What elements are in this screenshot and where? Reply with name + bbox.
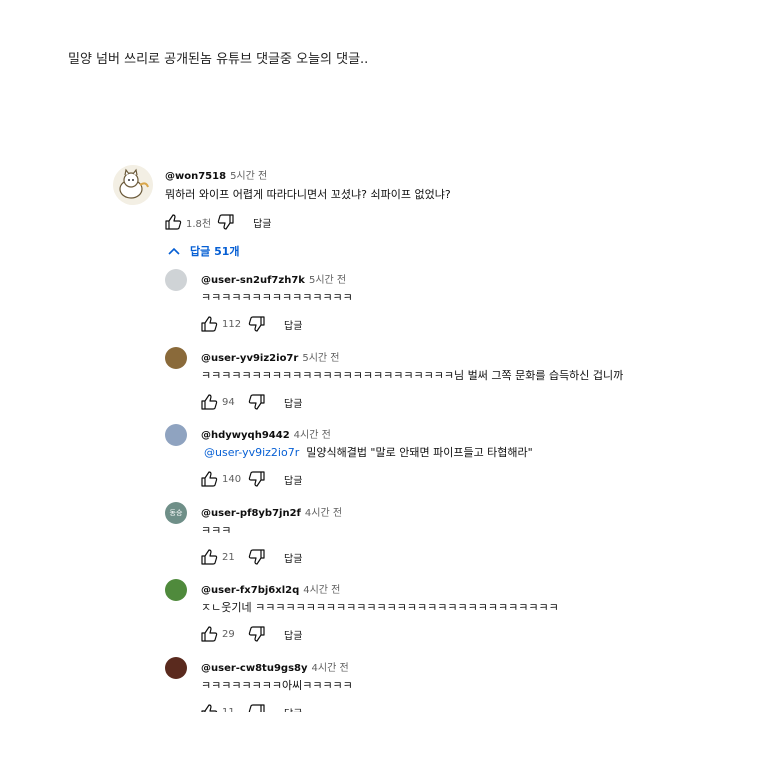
thumbs-down-icon[interactable]: [248, 393, 266, 411]
avatar[interactable]: [165, 579, 187, 601]
thumbs-up-icon[interactable]: [200, 393, 218, 411]
avatar-label: 동승: [169, 509, 183, 517]
reply-button[interactable]: 답글: [284, 472, 302, 487]
avatar[interactable]: 동승: [165, 502, 187, 524]
reply-button[interactable]: 답글: [284, 395, 302, 410]
comment-author[interactable]: @user-fx7bj6xl2q: [201, 585, 299, 596]
post-title: 밀양 넘버 쓰리로 공개된놈 유튜브 댓글중 오늘의 댓글..: [68, 52, 369, 67]
like-count: 21: [222, 551, 235, 563]
comment-body: 밀양식해결법 "말로 안돼면 파이프들고 타협해라": [306, 446, 533, 459]
reply-button[interactable]: 답글: [253, 215, 271, 230]
comment-time[interactable]: 4시간 전: [305, 508, 342, 519]
thumbs-up-icon[interactable]: [200, 315, 218, 333]
thumbs-down-icon[interactable]: [248, 625, 266, 643]
avatar[interactable]: [165, 424, 187, 446]
reply-button[interactable]: 답글: [284, 627, 302, 642]
comment-time[interactable]: 4시간 전: [312, 663, 349, 674]
reply-button[interactable]: 답글: [284, 317, 302, 332]
like-count: 1.8천: [186, 218, 212, 230]
comment-author[interactable]: @user-sn2uf7zh7k: [201, 275, 305, 286]
comment-time[interactable]: 4시간 전: [303, 585, 340, 596]
comment-body: ㅋㅋㅋ: [201, 524, 232, 537]
thumbs-up-icon[interactable]: [164, 213, 182, 231]
comment-author[interactable]: @user-pf8yb7jn2f: [201, 508, 301, 519]
thumbs-down-icon[interactable]: [248, 548, 266, 566]
comment-text: ㅋㅋㅋ: [201, 522, 231, 538]
like-count: 112: [222, 318, 242, 330]
comment-body: ㅋㅋㅋㅋㅋㅋㅋㅋ아씨ㅋㅋㅋㅋㅋ: [201, 679, 353, 692]
comment-text: ㅈㄴ웃기네 ㅋㅋㅋㅋㅋㅋㅋㅋㅋㅋㅋㅋㅋㅋㅋㅋㅋㅋㅋㅋㅋㅋㅋㅋㅋㅋㅋㅋㅋㅋ: [201, 599, 559, 615]
like-count: 94: [222, 396, 235, 408]
thumbs-down-icon[interactable]: [217, 213, 235, 231]
replies-toggle[interactable]: 답글 51개: [168, 243, 240, 259]
avatar[interactable]: [165, 657, 187, 679]
cat-avatar-icon: [113, 165, 153, 205]
bottom-cutoff: [0, 712, 783, 781]
avatar[interactable]: [165, 347, 187, 369]
comment-text: @user-yv9iz2io7r 밀양식해결법 "말로 안돼면 파이프들고 타협…: [204, 444, 533, 460]
like-count: 29: [222, 628, 235, 640]
thumbs-down-icon[interactable]: [248, 470, 266, 488]
like-count: 140: [222, 473, 242, 485]
replies-toggle-label: 답글 51개: [190, 245, 240, 258]
avatar[interactable]: [165, 269, 187, 291]
comment-author[interactable]: @user-yv9iz2io7r: [201, 353, 298, 364]
comment-text: ㅋㅋㅋㅋㅋㅋㅋㅋ아씨ㅋㅋㅋㅋㅋ: [201, 677, 353, 693]
chevron-up-icon: [168, 247, 180, 255]
comment-time[interactable]: 5시간 전: [309, 275, 346, 286]
comment-body: ㅋㅋㅋㅋㅋㅋㅋㅋㅋㅋㅋㅋㅋㅋㅋ: [201, 291, 353, 304]
thumbs-up-icon[interactable]: [200, 625, 218, 643]
thumbs-down-icon[interactable]: [248, 315, 266, 333]
comment-text: ㅋㅋㅋㅋㅋㅋㅋㅋㅋㅋㅋㅋㅋㅋㅋ: [201, 289, 353, 305]
comment-text: 뭐하러 와이프 어렵게 따라다니면서 꼬셨냐? 쇠파이프 없었냐?: [165, 188, 451, 201]
comment-time[interactable]: 5시간 전: [302, 353, 339, 364]
reply-button[interactable]: 답글: [284, 550, 302, 565]
thumbs-up-icon[interactable]: [200, 470, 218, 488]
comment-author[interactable]: @won7518: [165, 171, 226, 182]
comment-author[interactable]: @hdywyqh9442: [201, 430, 290, 441]
comment-time[interactable]: 4시간 전: [294, 430, 331, 441]
avatar[interactable]: [113, 165, 153, 205]
comment-body: ㅋㅋㅋㅋㅋㅋㅋㅋㅋㅋㅋㅋㅋㅋㅋㅋㅋㅋㅋㅋㅋㅋㅋㅋㅋ님 벌써 그쪽 문화를 습득하…: [201, 369, 624, 382]
comment-body: ㅈㄴ웃기네 ㅋㅋㅋㅋㅋㅋㅋㅋㅋㅋㅋㅋㅋㅋㅋㅋㅋㅋㅋㅋㅋㅋㅋㅋㅋㅋㅋㅋㅋㅋ: [201, 601, 559, 614]
comment-text: ㅋㅋㅋㅋㅋㅋㅋㅋㅋㅋㅋㅋㅋㅋㅋㅋㅋㅋㅋㅋㅋㅋㅋㅋㅋ님 벌써 그쪽 문화를 습득하…: [201, 367, 623, 383]
mention-link[interactable]: @user-yv9iz2io7r: [204, 446, 299, 459]
comment-author[interactable]: @user-cw8tu9gs8y: [201, 663, 308, 674]
comment-time[interactable]: 5시간 전: [230, 171, 267, 182]
thumbs-up-icon[interactable]: [200, 548, 218, 566]
